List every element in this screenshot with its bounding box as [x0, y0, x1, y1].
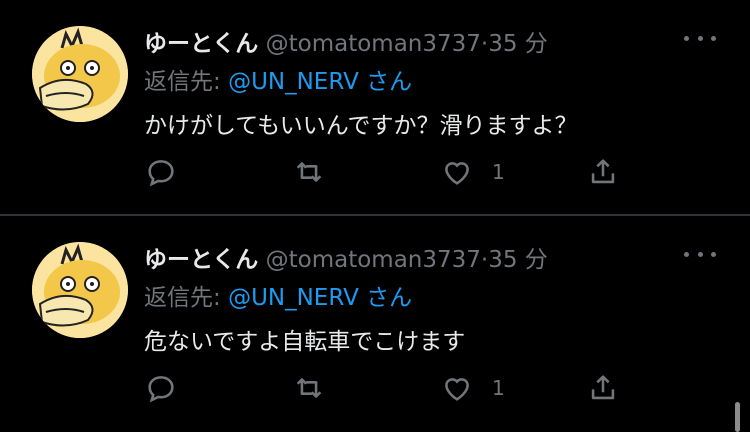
reply-context: 返信先: @UN_NERV さん [144, 278, 412, 312]
more-options-button[interactable] [684, 28, 716, 48]
avatar[interactable] [32, 26, 128, 122]
display-name[interactable]: ゆーとくん [144, 31, 258, 57]
share-icon [591, 159, 615, 184]
like-count: 1 [492, 160, 505, 184]
retweet-icon [296, 162, 322, 182]
more-dot [697, 35, 703, 41]
reply-icon [148, 376, 174, 403]
psyduck-avatar-icon [32, 26, 128, 122]
like-button[interactable]: 1 [440, 154, 505, 190]
psyduck-avatar-icon [32, 242, 128, 338]
like-count: 1 [492, 376, 505, 400]
share-icon [591, 375, 615, 400]
timestamp[interactable]: 35 分 [488, 31, 548, 57]
tweet[interactable]: ゆーとくん @tomatoman3737·35 分 返信先: @UN_NERV … [0, 0, 750, 214]
tweet-actions: 1 [144, 370, 624, 406]
more-dots-icon [684, 251, 689, 257]
reply-prefix: 返信先: [144, 69, 229, 95]
user-handle[interactable]: @tomatoman3737 [266, 31, 481, 57]
like-button[interactable]: 1 [440, 370, 505, 406]
tweet-header: ゆーとくん @tomatoman3737·35 分 [144, 240, 548, 274]
more-options-button[interactable] [684, 244, 716, 264]
heart-icon [445, 378, 469, 401]
reply-context: 返信先: @UN_NERV さん [144, 62, 412, 96]
more-dots-icon [684, 35, 689, 41]
reply-suffix[interactable]: さん [359, 285, 412, 311]
heart-icon [445, 162, 469, 185]
tweet-text: かけがしてもいいんですか？滑りますよ？ [144, 113, 578, 139]
reply-button[interactable] [144, 370, 178, 406]
share-button[interactable] [586, 370, 620, 406]
share-button[interactable] [586, 154, 620, 190]
reply-suffix[interactable]: さん [359, 69, 412, 95]
retweet-button[interactable] [292, 370, 326, 406]
retweet-icon [296, 378, 322, 398]
reply-button[interactable] [144, 154, 178, 190]
tweet-header: ゆーとくん @tomatoman3737·35 分 [144, 24, 548, 58]
tweet[interactable]: ゆーとくん @tomatoman3737·35 分 返信先: @UN_NERV … [0, 216, 750, 432]
avatar[interactable] [32, 242, 128, 338]
more-dot [711, 251, 716, 257]
tweet-actions: 1 [144, 154, 624, 190]
retweet-button[interactable] [292, 154, 326, 190]
reply-mention-link[interactable]: @UN_NERV [228, 285, 359, 311]
tweet-text: 危ないですよ自転車でこけます [144, 329, 466, 355]
more-dot [711, 35, 716, 41]
scrollbar[interactable] [735, 402, 740, 432]
reply-icon [148, 160, 174, 187]
timestamp[interactable]: 35 分 [488, 247, 548, 273]
reply-prefix: 返信先: [144, 285, 229, 311]
user-handle[interactable]: @tomatoman3737 [266, 247, 481, 273]
more-dot [697, 251, 703, 257]
reply-mention-link[interactable]: @UN_NERV [228, 69, 359, 95]
display-name[interactable]: ゆーとくん [144, 247, 258, 273]
